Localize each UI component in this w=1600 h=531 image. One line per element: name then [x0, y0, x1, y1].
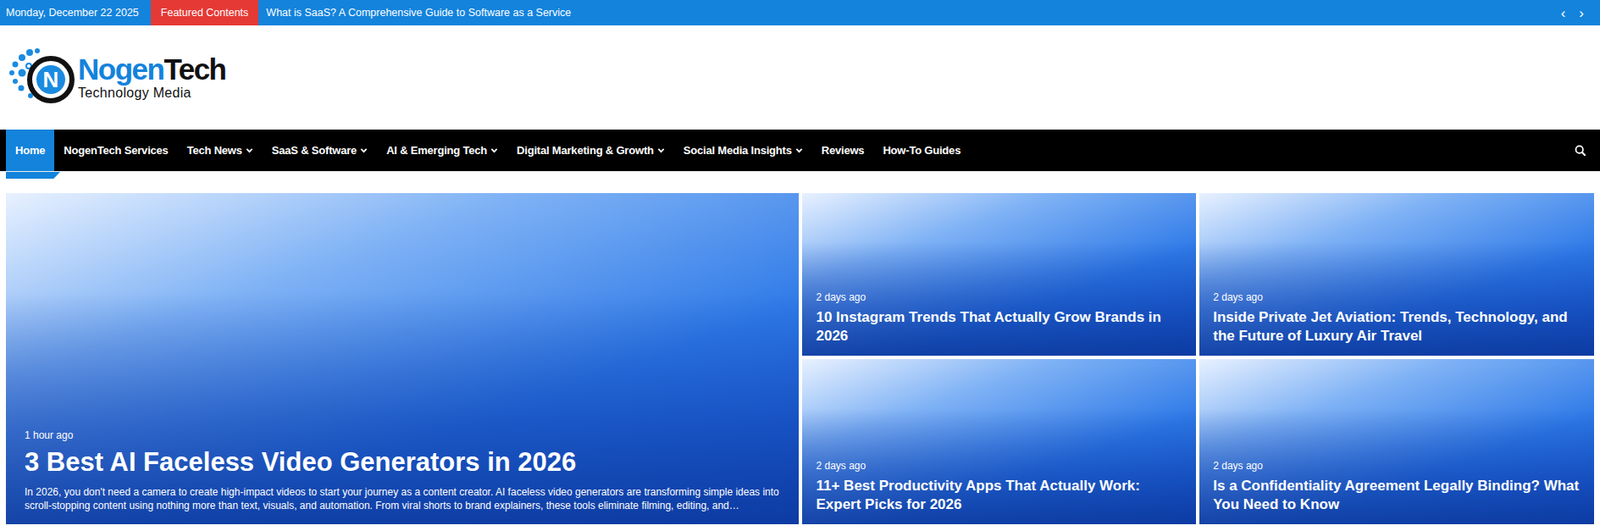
- featured-badge: Featured Contents: [150, 0, 260, 26]
- page: Monday, December 22 2025 Featured Conten…: [0, 0, 1600, 531]
- post-card[interactable]: 2 days ago Is a Confidentiality Agreemen…: [1199, 359, 1595, 525]
- search-button[interactable]: [1569, 143, 1592, 158]
- nav-underline: [0, 171, 1600, 194]
- ticker-arrow[interactable]: ›: [1574, 5, 1589, 21]
- search-icon: [1574, 144, 1587, 157]
- post-time: 2 days ago: [815, 459, 1183, 472]
- chevron-down-icon: [245, 146, 254, 155]
- post-title[interactable]: Inside Private Jet Aviation: Trends, Tec…: [1212, 308, 1581, 346]
- logo-icon: N: [6, 47, 77, 109]
- chevron-down-icon: [795, 146, 803, 155]
- ticker-headline[interactable]: What is SaaS? A Comprehensive Guide to S…: [265, 6, 571, 19]
- nav-item[interactable]: Social Media Insights: [674, 129, 813, 172]
- post-title[interactable]: Is a Confidentiality Agreement Legally B…: [1212, 476, 1581, 515]
- post-time: 1 hour ago: [24, 429, 781, 442]
- chevron-down-icon: [490, 146, 499, 155]
- nav-item[interactable]: How-To Guides: [873, 129, 970, 172]
- top-bar: Monday, December 22 2025 Featured Conten…: [0, 0, 1600, 26]
- nav-item[interactable]: SaaS & Software: [262, 129, 377, 172]
- chevron-down-icon: [657, 146, 665, 155]
- chevron-down-icon: [359, 146, 368, 155]
- post-card[interactable]: 2 days ago 10 Instagram Trends That Actu…: [802, 193, 1196, 356]
- ticker-arrow[interactable]: ‹: [1556, 5, 1571, 21]
- logo[interactable]: N NogenTech Technology Media: [6, 47, 226, 109]
- post-title[interactable]: 11+ Best Productivity Apps That Actually…: [815, 476, 1183, 515]
- post-excerpt: In 2026, you don't need a camera to crea…: [24, 485, 781, 513]
- nav-item[interactable]: Home: [5, 129, 55, 172]
- post-time: 2 days ago: [1212, 459, 1581, 472]
- post-title[interactable]: 3 Best AI Faceless Video Generators in 2…: [24, 446, 781, 478]
- post-time: 2 days ago: [815, 291, 1183, 304]
- nav-tab-marker: [5, 171, 61, 179]
- ticker-arrows: ‹›: [1556, 5, 1600, 21]
- nav-item[interactable]: Reviews: [812, 129, 875, 172]
- post-card[interactable]: 2 days ago Inside Private Jet Aviation: …: [1199, 193, 1595, 356]
- nav-item[interactable]: Tech News: [177, 129, 263, 172]
- featured-grid: 1 hour ago 3 Best AI Faceless Video Gene…: [0, 193, 1600, 525]
- featured-card[interactable]: 1 hour ago 3 Best AI Faceless Video Gene…: [5, 193, 799, 525]
- post-card[interactable]: 2 days ago 11+ Best Productivity Apps Th…: [802, 359, 1196, 525]
- svg-text:N: N: [43, 66, 60, 93]
- post-title[interactable]: 10 Instagram Trends That Actually Grow B…: [815, 308, 1183, 346]
- logo-tagline: Technology Media: [77, 85, 226, 101]
- date: Monday, December 22 2025: [5, 6, 139, 19]
- logo-text: NogenTech Technology Media: [77, 54, 226, 101]
- nav-item[interactable]: AI & Emerging Tech: [376, 129, 508, 172]
- nav-item[interactable]: NogenTech Services: [54, 129, 178, 172]
- nav-item[interactable]: Digital Marketing & Growth: [507, 129, 675, 172]
- main-nav: Home NogenTech Services Tech News SaaS &…: [0, 129, 1600, 172]
- post-time: 2 days ago: [1212, 291, 1581, 304]
- header: N NogenTech Technology Media: [0, 25, 1600, 130]
